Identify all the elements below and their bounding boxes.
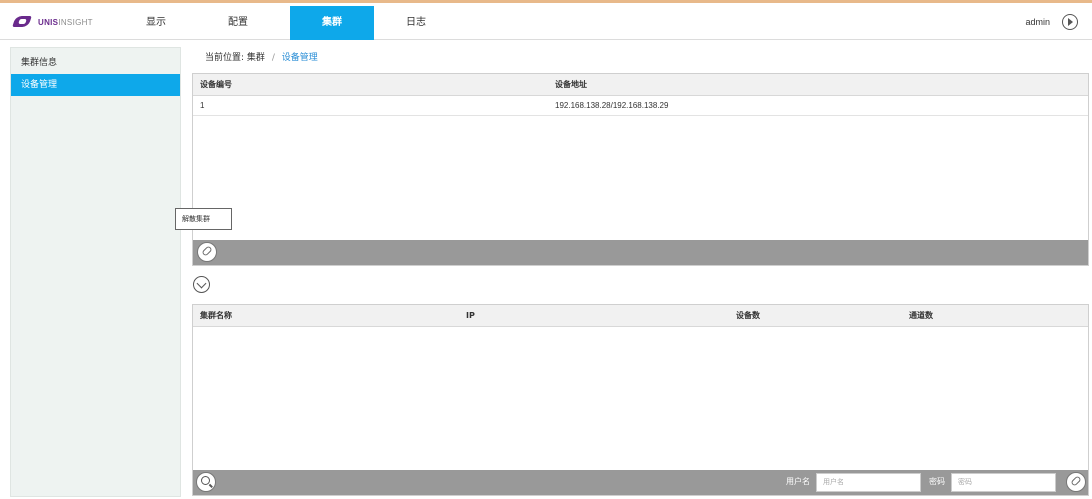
- breadcrumb-current: 设备管理: [281, 53, 318, 63]
- column-channel-count: 通道数: [909, 311, 933, 320]
- column-device-count: 设备数: [736, 311, 760, 320]
- column-device-id: 设备编号: [200, 80, 232, 89]
- sidebar-item-cluster-info[interactable]: 集群信息: [11, 52, 180, 74]
- breadcrumb-parent[interactable]: 集群: [247, 53, 265, 63]
- breadcrumb-separator: /: [271, 53, 275, 63]
- link-icon: [201, 245, 213, 257]
- cell-device-id: 1: [200, 101, 205, 110]
- username-input[interactable]: [816, 473, 921, 492]
- expand-chevron-icon[interactable]: [193, 276, 210, 293]
- top-bar: UNISINSIGHT 显示 配置 集群 日志 admin: [0, 0, 1092, 40]
- device-table-panel: 设备编号 设备地址 1 192.168.138.28/192.168.138.2…: [192, 73, 1089, 266]
- cluster-table-panel: 集群名称 IP 设备数 通道数 用户名 密码: [192, 304, 1089, 496]
- cluster-search-bar: 用户名 密码: [193, 470, 1088, 495]
- dissolve-cluster-button[interactable]: [197, 242, 217, 262]
- link-icon: [1070, 475, 1082, 487]
- logo: UNISINSIGHT: [12, 12, 93, 32]
- nav-tab-cluster[interactable]: 集群: [290, 6, 374, 40]
- cluster-table-header: 集群名称 IP 设备数 通道数: [193, 305, 1088, 327]
- column-device-address: 设备地址: [555, 80, 587, 89]
- breadcrumb: 当前位置: 集群 / 设备管理: [205, 50, 318, 63]
- device-toolbar: [193, 240, 1088, 265]
- dissolve-cluster-tooltip: 解散集群: [175, 208, 232, 230]
- search-button[interactable]: [196, 472, 216, 492]
- nav-tab-log[interactable]: 日志: [395, 6, 437, 40]
- password-input[interactable]: [951, 473, 1056, 492]
- sidebar: 集群信息 设备管理: [10, 47, 181, 497]
- connect-button[interactable]: [1066, 472, 1086, 492]
- sidebar-item-device-management[interactable]: 设备管理: [11, 74, 180, 96]
- column-cluster-name: 集群名称: [200, 311, 232, 320]
- logout-icon[interactable]: [1062, 14, 1078, 30]
- nav-tab-config[interactable]: 配置: [213, 6, 263, 40]
- username-field-label: 用户名: [786, 477, 810, 486]
- device-table-header: 设备编号 设备地址: [193, 74, 1088, 96]
- table-row[interactable]: 1 192.168.138.28/192.168.138.29: [193, 96, 1088, 116]
- breadcrumb-prefix: 当前位置:: [205, 53, 245, 63]
- cell-device-address: 192.168.138.28/192.168.138.29: [555, 101, 669, 110]
- column-ip: IP: [466, 311, 475, 320]
- password-field-label: 密码: [929, 477, 945, 486]
- search-icon: [201, 476, 210, 485]
- username-label: admin: [1025, 17, 1050, 27]
- logo-text: UNISINSIGHT: [38, 17, 93, 27]
- logo-mark-icon: [12, 14, 34, 30]
- nav-tab-display[interactable]: 显示: [133, 6, 179, 40]
